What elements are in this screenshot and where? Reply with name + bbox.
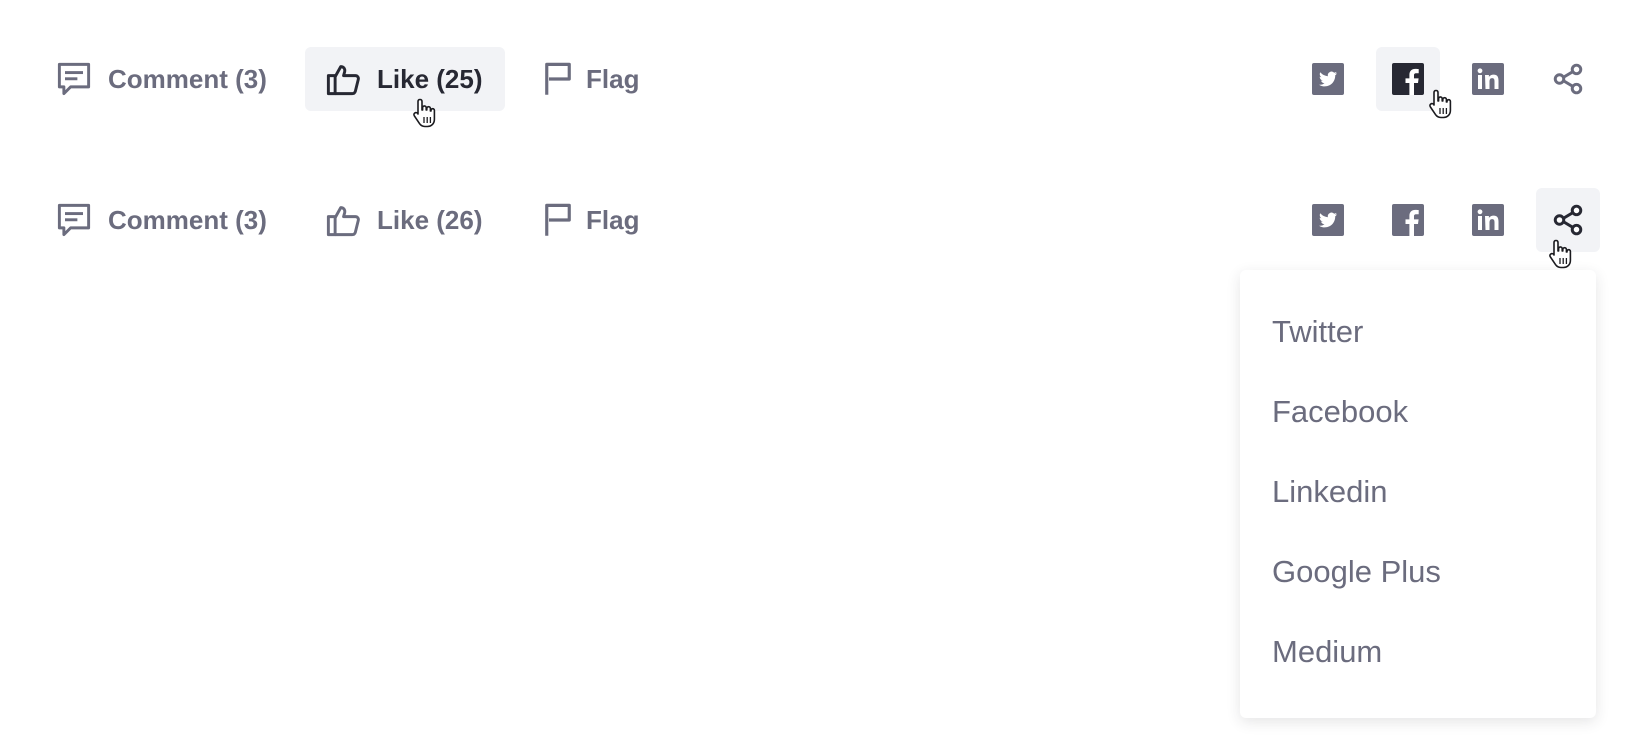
post-actions-row-1: Comment (3) Like (25) Flag	[0, 47, 1632, 111]
share-icon	[1551, 62, 1585, 96]
like-button[interactable]: Like (26)	[305, 188, 505, 252]
flag-icon	[540, 202, 576, 238]
linkedin-icon	[1472, 63, 1504, 95]
comment-icon	[56, 202, 92, 238]
twitter-share-button[interactable]	[1296, 47, 1360, 111]
like-button[interactable]: Like (25)	[305, 47, 505, 111]
share-menu-item-linkedin[interactable]: Linkedin	[1240, 452, 1596, 532]
share-menu-item-medium[interactable]: Medium	[1240, 612, 1596, 692]
share-menu-item-facebook[interactable]: Facebook	[1240, 372, 1596, 452]
flag-label: Flag	[586, 204, 640, 235]
share-icon	[1551, 203, 1585, 237]
flag-label: Flag	[586, 63, 640, 94]
share-dropdown-menu: Twitter Facebook Linkedin Google Plus Me…	[1240, 270, 1596, 718]
like-label: Like (25)	[377, 63, 483, 94]
comment-label: Comment (3)	[108, 204, 267, 235]
linkedin-icon	[1472, 204, 1504, 236]
flag-icon	[540, 61, 576, 97]
linkedin-share-button[interactable]	[1456, 188, 1520, 252]
facebook-share-button[interactable]	[1376, 188, 1440, 252]
share-menu-button[interactable]	[1536, 188, 1600, 252]
share-menu-button[interactable]	[1536, 47, 1600, 111]
thumbs-up-icon	[325, 202, 361, 238]
flag-button[interactable]: Flag	[540, 188, 639, 252]
comment-icon	[56, 61, 92, 97]
twitter-icon	[1312, 63, 1344, 95]
thumbs-up-icon	[325, 61, 361, 97]
comment-button[interactable]: Comment (3)	[44, 188, 267, 252]
facebook-share-button[interactable]	[1376, 47, 1440, 111]
twitter-icon	[1312, 204, 1344, 236]
facebook-icon	[1392, 204, 1424, 236]
share-menu-item-twitter[interactable]: Twitter	[1240, 292, 1596, 372]
post-actions-row-2: Comment (3) Like (26) Flag	[0, 188, 1632, 252]
linkedin-share-button[interactable]	[1456, 47, 1520, 111]
flag-button[interactable]: Flag	[540, 47, 639, 111]
like-label: Like (26)	[377, 204, 483, 235]
facebook-icon	[1392, 63, 1424, 95]
comment-button[interactable]: Comment (3)	[44, 47, 267, 111]
comment-label: Comment (3)	[108, 63, 267, 94]
twitter-share-button[interactable]	[1296, 188, 1360, 252]
share-menu-item-google-plus[interactable]: Google Plus	[1240, 532, 1596, 612]
